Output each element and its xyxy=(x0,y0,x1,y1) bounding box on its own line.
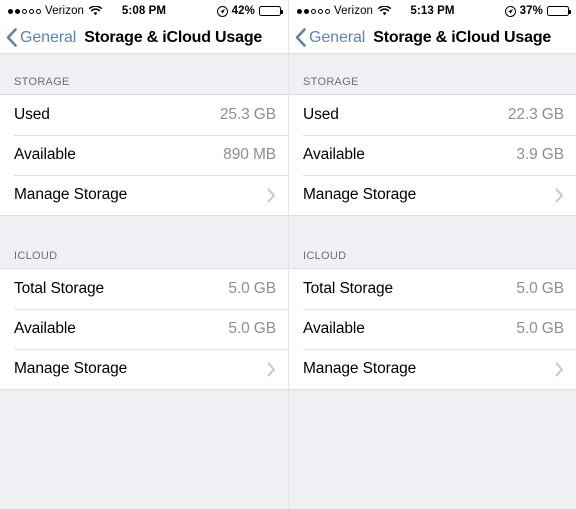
page-title: Storage & iCloud Usage xyxy=(84,28,263,46)
row-label: Available xyxy=(303,146,365,163)
status-bar: Verizon 5:13 PM 37% xyxy=(289,0,576,22)
row-label: Used xyxy=(303,106,339,123)
signal-dot xyxy=(29,8,34,14)
row-label: Available xyxy=(303,320,365,337)
wifi-icon xyxy=(89,5,103,16)
settings-list: STORAGE Used 22.3 GB Available 3.9 GB Manage … xyxy=(289,54,576,509)
chevron-right-icon xyxy=(267,188,276,203)
row-label: Available xyxy=(14,320,76,337)
page-title: Storage & iCloud Usage xyxy=(373,28,552,46)
back-button[interactable]: General xyxy=(20,29,76,47)
row-value: 5.0 GB xyxy=(228,320,276,337)
signal-strength-indicator xyxy=(297,8,330,14)
row-label: Total Storage xyxy=(14,280,105,297)
settings-group: Total Storage 5.0 GB Available 5.0 GB Manage… xyxy=(0,268,288,390)
section-header-icloud: ICLOUD xyxy=(303,250,347,262)
wifi-icon xyxy=(378,5,392,16)
back-button[interactable]: General xyxy=(309,29,365,47)
list-item[interactable]: Total Storage 5.0 GB xyxy=(289,269,576,309)
list-item[interactable]: Manage Storage xyxy=(289,349,576,389)
section-header-storage: STORAGE xyxy=(14,76,70,88)
battery-percent-label: 37% xyxy=(519,5,543,17)
row-label: Manage Storage xyxy=(303,186,417,203)
chevron-right-icon xyxy=(555,188,564,203)
settings-group: Used 25.3 GB Available 890 MB Manage Storage xyxy=(0,94,288,216)
dual-screenshot-container: Verizon 5:08 PM 42% General Storage & iCloud… xyxy=(0,0,576,509)
status-bar: Verizon 5:08 PM 42% xyxy=(0,0,288,22)
list-item[interactable]: Total Storage 5.0 GB xyxy=(0,269,288,309)
chevron-right-icon xyxy=(555,362,564,377)
chevron-right-icon xyxy=(267,362,276,377)
list-item[interactable]: Manage Storage xyxy=(0,175,288,215)
status-bar-left: Verizon xyxy=(8,5,103,17)
settings-list: STORAGE Used 25.3 GB Available 890 MB Manage … xyxy=(0,54,288,509)
carrier-label: Verizon xyxy=(45,5,85,17)
row-label: Manage Storage xyxy=(14,186,128,203)
navigation-bar: General Storage & iCloud Usage xyxy=(289,22,576,54)
battery-icon xyxy=(259,6,283,16)
signal-dot xyxy=(36,8,41,14)
list-item[interactable]: Manage Storage xyxy=(289,175,576,215)
list-item[interactable]: Available 5.0 GB xyxy=(289,309,576,349)
location-services-icon xyxy=(216,5,228,17)
list-item[interactable]: Used 25.3 GB xyxy=(0,95,288,135)
signal-dot xyxy=(297,8,302,14)
row-value: 890 MB xyxy=(223,146,276,163)
location-services-icon xyxy=(504,5,516,17)
phone-screen-2: Verizon 5:13 PM 37% General Storage & iCloud… xyxy=(288,0,576,509)
signal-dot xyxy=(22,8,27,14)
section-header-storage: STORAGE xyxy=(303,76,359,88)
list-item[interactable]: Available 5.0 GB xyxy=(0,309,288,349)
row-value: 5.0 GB xyxy=(516,320,564,337)
row-value: 5.0 GB xyxy=(516,280,564,297)
section-header-icloud: ICLOUD xyxy=(14,250,58,262)
row-label: Manage Storage xyxy=(14,360,128,377)
settings-group: Used 22.3 GB Available 3.9 GB Manage Storage xyxy=(289,94,576,216)
chevron-left-icon[interactable] xyxy=(295,28,306,47)
row-label: Used xyxy=(14,106,50,123)
battery-icon xyxy=(547,6,571,16)
signal-dot xyxy=(304,8,309,14)
signal-strength-indicator xyxy=(8,8,41,14)
signal-dot xyxy=(318,8,323,14)
status-bar-left: Verizon xyxy=(297,5,392,17)
list-item[interactable]: Used 22.3 GB xyxy=(289,95,576,135)
phone-screen-1: Verizon 5:08 PM 42% General Storage & iCloud… xyxy=(0,0,288,509)
signal-dot xyxy=(311,8,316,14)
battery-percent-label: 42% xyxy=(231,5,255,17)
navigation-bar: General Storage & iCloud Usage xyxy=(0,22,288,54)
row-label: Available xyxy=(14,146,76,163)
row-value: 3.9 GB xyxy=(516,146,564,163)
row-value: 22.3 GB xyxy=(507,106,564,123)
row-value: 5.0 GB xyxy=(228,280,276,297)
signal-dot xyxy=(325,8,330,14)
chevron-left-icon[interactable] xyxy=(6,28,17,47)
list-item[interactable]: Available 3.9 GB xyxy=(289,135,576,175)
status-bar-right: 42% xyxy=(216,5,283,17)
carrier-label: Verizon xyxy=(334,5,374,17)
settings-group: Total Storage 5.0 GB Available 5.0 GB Manage… xyxy=(289,268,576,390)
row-label: Total Storage xyxy=(303,280,394,297)
row-value: 25.3 GB xyxy=(219,106,276,123)
list-item[interactable]: Available 890 MB xyxy=(0,135,288,175)
signal-dot xyxy=(8,8,13,14)
row-label: Manage Storage xyxy=(303,360,417,377)
signal-dot xyxy=(15,8,20,14)
list-item[interactable]: Manage Storage xyxy=(0,349,288,389)
status-bar-right: 37% xyxy=(504,5,571,17)
